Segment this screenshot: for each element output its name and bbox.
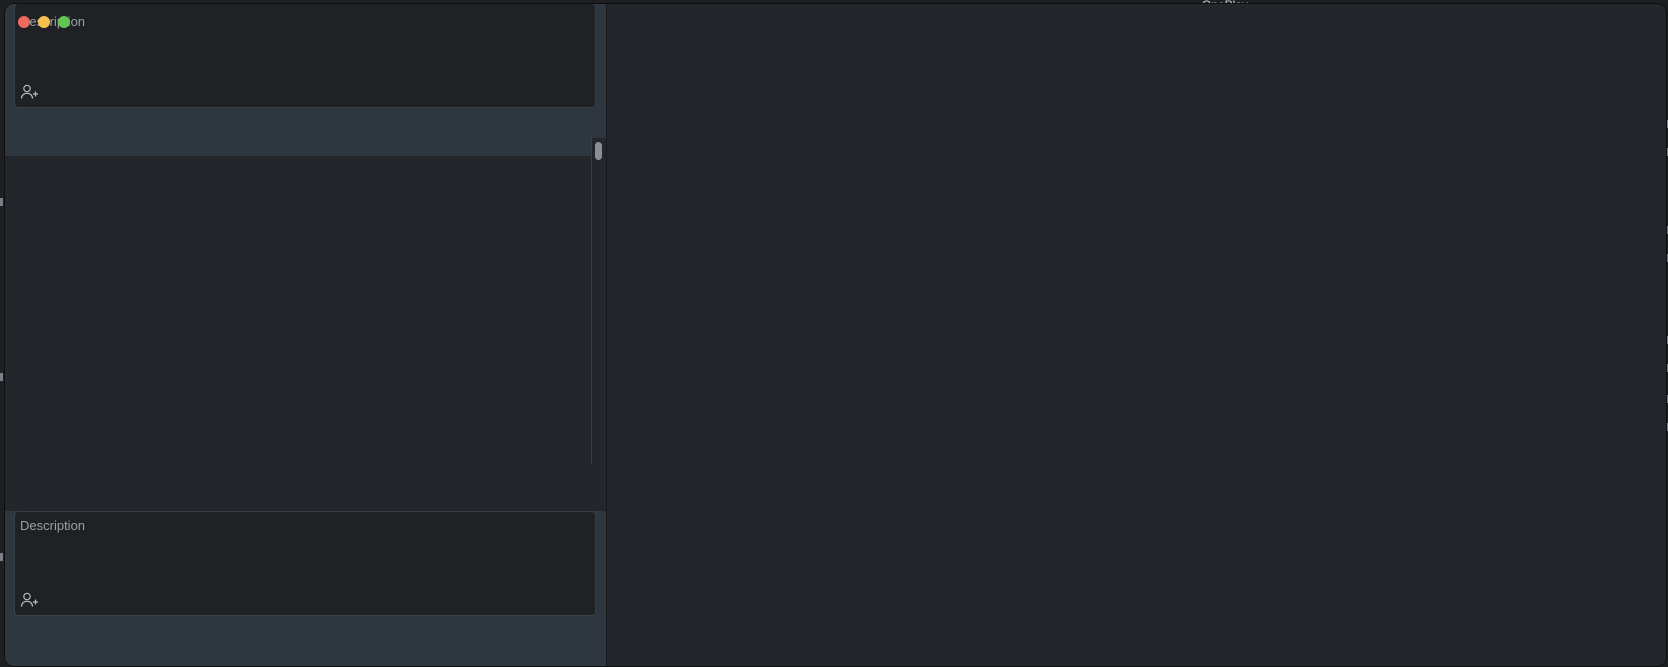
sidebar-pane: Description Description (5, 4, 607, 666)
scrollbar-thumb[interactable] (595, 142, 602, 160)
minimize-window-button[interactable] (38, 16, 50, 28)
close-window-button[interactable] (18, 16, 30, 28)
description-card[interactable]: Description (14, 511, 596, 616)
list-footer-strip (5, 464, 606, 511)
add-person-icon[interactable] (20, 592, 40, 608)
description-label: Description (20, 518, 86, 533)
list-area[interactable] (5, 156, 591, 464)
background-edge-mark (0, 553, 3, 561)
zoom-window-button[interactable] (58, 16, 70, 28)
scrollbar[interactable] (591, 138, 606, 464)
background-edge-mark (0, 373, 3, 381)
app-window: Description Description (4, 3, 1667, 667)
add-person-icon[interactable] (20, 84, 40, 100)
background-edge-mark (0, 198, 3, 206)
content-pane (607, 4, 1666, 666)
description-card[interactable]: Description (14, 4, 596, 108)
